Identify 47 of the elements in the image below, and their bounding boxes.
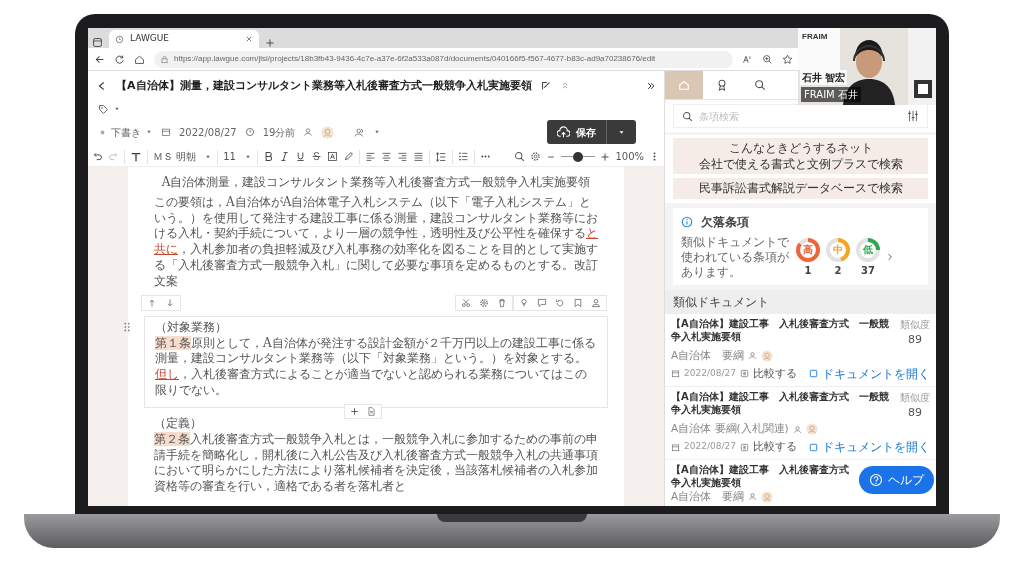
risk-count: 37 (861, 263, 875, 278)
section-title: 類似ドキュメント (665, 289, 936, 314)
open-document-link[interactable]: ドキュメントを開く (809, 438, 930, 457)
date-text: 2022/08/27 (684, 440, 736, 454)
document-title: 【A自治体】建設工事 入札後審査方式 一般競 争入札実施要領 (671, 316, 889, 344)
date-text: 2022/08/27 (179, 125, 237, 140)
score-label: 類似度 (900, 390, 930, 405)
font-size-dropdown[interactable]: 11 (223, 149, 252, 164)
document-title: 【A自治体】建設工事 入札後審査方式 争入札実施要領 (671, 463, 849, 490)
risk-label: 中 (833, 243, 843, 258)
search-link-button[interactable]: 民事訴訟書式解説データベースで検索 (673, 178, 928, 199)
paragraph: この要領は，A自治体がA自治体電子入札システム（以下「電子入札システム」という。）を使用して発注する建設工事に係る測量，建設コンサルタント業務等における入札・契約手続について，より一層の競争性，透明性及び公平性を確保する と共に，入札参加者の負担軽減及び入札事務の効率化を図ることを目的として実施する「入札後審査方式一般競争入札」に関して必要な事項を定めるものとする。改訂文案 (154, 194, 598, 290)
card-description: 類似ドキュメントで使われている条項があります。 (681, 234, 790, 280)
document-tags: A自治体 要綱(入札関連) (671, 421, 789, 438)
date-text: 2022/08/27 (684, 367, 736, 381)
company-name: FRAIM (802, 31, 828, 43)
font-dropdown[interactable]: ＭＳ 明朝 (153, 149, 213, 164)
document-tags: A自治体 要綱 (671, 489, 745, 505)
help-button[interactable]: ヘルプ (859, 466, 934, 494)
browser-tab[interactable]: LAWGUE (109, 30, 259, 48)
risk-label: 高 (803, 243, 813, 258)
compare-link[interactable]: 比較する (740, 365, 797, 383)
zoom-text: 100% (615, 150, 644, 164)
risk-count: 2 (834, 263, 842, 278)
risk-count: 1 (804, 263, 812, 278)
person-name: 石井 智宏 (800, 70, 848, 85)
search-link-button[interactable]: こんなときどうするネット 会社で使える書式と文例プラスで検索 (673, 138, 928, 175)
score-label: 類似度 (900, 317, 930, 332)
risk-label: 低 (863, 243, 873, 258)
document-title: 【A自治体】測量，建設コンサルタント業務等入札後審査方式一般競争入札実施要領 (116, 77, 532, 94)
time-text: 19分前 (262, 125, 296, 140)
article-text: 第１条原則として，A自治体が発注する設計金額が２千万円以上の建設工事に係る測量，建設コンサルタント業務等（以下「対象業務」という。）を対象とする。 但し，入札後審査方式によることが適当でないと認められる業務についてはこの限りでない。 (155, 335, 597, 399)
article-text: 第２条入札後審査方式一般競争入札とは，一般競争入札に参加するための事前の申請手続を簡略化し，開札後に入札公告及び入札後審査方式一般競争入札の共通事項において明らかにした方法により落札候補者を決定後，当該落札候補者の入札参加資格等の審査を行い，適格である者を落札者と (154, 431, 598, 496)
similarity-score: 89 (907, 404, 923, 421)
card-title: 欠落条項 (701, 213, 749, 231)
similarity-score: 89 (907, 331, 923, 348)
document-tags: A自治体 要綱 (671, 348, 745, 364)
article-caption: （対象業務） (155, 319, 228, 336)
video-caption: FRAIM 石井 (801, 87, 861, 102)
open-document-link[interactable]: ドキュメントを開く (809, 364, 930, 383)
document-title: 【A自治体】建設工事 入札後審査方式 一般競 争入札実施要領 (671, 389, 889, 417)
status-dropdown[interactable]: 下書き (98, 124, 153, 140)
save-button[interactable]: 保存 (547, 120, 636, 144)
document-heading: A自治体測量，建設コンサルタント業務等入札後審査方式一般競争入札実施要領 (160, 175, 592, 191)
compare-link[interactable]: 比較する (740, 438, 797, 456)
address-bar[interactable]: https://app.lawgue.com/jlsi/projects/18b3fb43-9436-4c7e-a37e-6f2a533a087d/documents/040166f5-f567-4677-b83c-ad9a70238676/edit (154, 50, 733, 68)
article-caption: （定義） (154, 415, 203, 432)
